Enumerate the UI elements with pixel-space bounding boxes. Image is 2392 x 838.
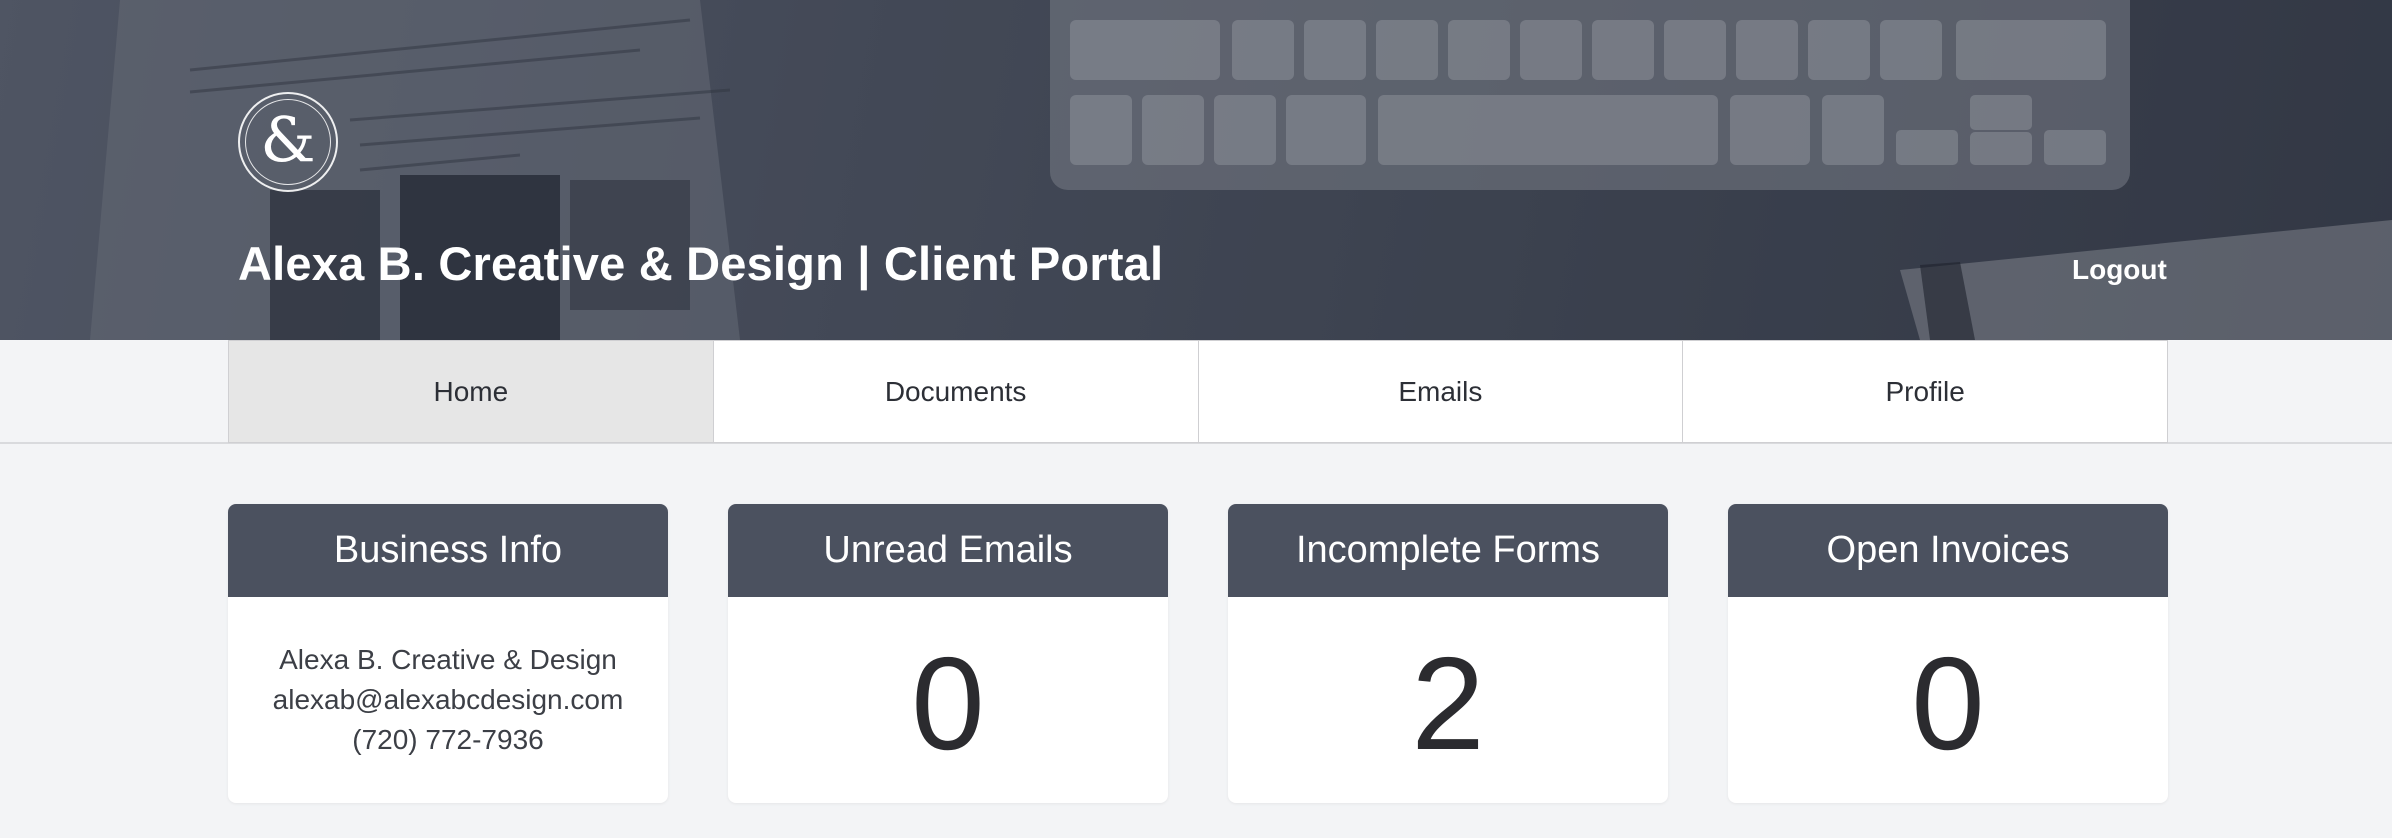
unread-emails-card[interactable]: Unread Emails 0 [728, 504, 1168, 803]
business-info-title: Business Info [228, 504, 668, 597]
incomplete-forms-body: 2 [1228, 597, 1668, 803]
nav-bar: Home Documents Emails Profile [0, 340, 2392, 444]
business-phone: (720) 772-7936 [352, 724, 544, 755]
business-info-card: Business Info Alexa B. Creative & Design… [228, 504, 668, 803]
ampersand-icon: & [260, 103, 316, 176]
open-invoices-body: 0 [1728, 597, 2168, 803]
incomplete-forms-count: 2 [1411, 630, 1485, 777]
logout-link[interactable]: Logout [2072, 254, 2167, 286]
main-nav: Home Documents Emails Profile [228, 340, 2168, 443]
dashboard-cards: Business Info Alexa B. Creative & Design… [228, 504, 2168, 803]
open-invoices-card[interactable]: Open Invoices 0 [1728, 504, 2168, 803]
unread-emails-count: 0 [911, 630, 985, 777]
ampersand-logo[interactable]: & [238, 92, 338, 192]
incomplete-forms-title: Incomplete Forms [1228, 504, 1668, 597]
open-invoices-count: 0 [1911, 630, 1985, 777]
tab-documents[interactable]: Documents [713, 340, 1199, 443]
unread-emails-title: Unread Emails [728, 504, 1168, 597]
tab-profile[interactable]: Profile [1683, 340, 2168, 443]
header-hero: & Alexa B. Creative & Design | Client Po… [0, 0, 2392, 340]
unread-emails-body: 0 [728, 597, 1168, 803]
business-info-body: Alexa B. Creative & Design alexab@alexab… [228, 597, 668, 803]
open-invoices-title: Open Invoices [1728, 504, 2168, 597]
business-email: alexab@alexabcdesign.com [272, 684, 624, 715]
business-info-details: Alexa B. Creative & Design alexab@alexab… [273, 640, 624, 760]
page-title: Alexa B. Creative & Design | Client Port… [238, 237, 1164, 290]
business-name: Alexa B. Creative & Design [279, 644, 617, 675]
tab-emails[interactable]: Emails [1198, 340, 1684, 443]
tab-home[interactable]: Home [228, 340, 714, 443]
incomplete-forms-card[interactable]: Incomplete Forms 2 [1228, 504, 1668, 803]
